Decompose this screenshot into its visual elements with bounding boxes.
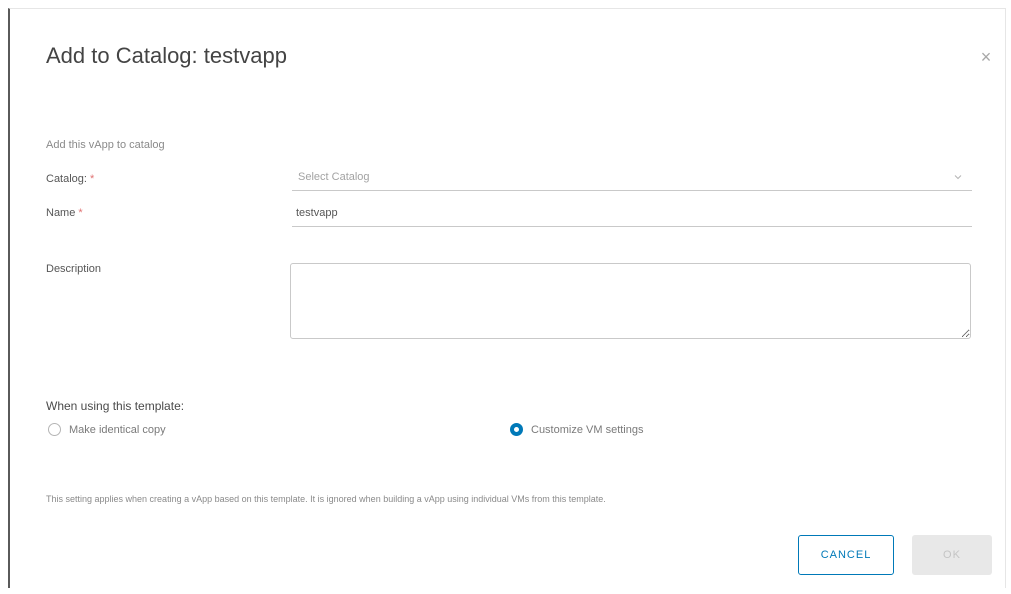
dialog-title: Add to Catalog: testvapp <box>46 43 287 68</box>
ok-button[interactable]: OK <box>912 535 992 575</box>
name-input[interactable] <box>292 201 972 225</box>
close-icon[interactable]: × <box>976 47 996 67</box>
chevron-down-icon <box>954 175 962 180</box>
name-label: Name * <box>46 207 83 219</box>
radio-checked-icon[interactable] <box>510 423 523 436</box>
name-field-wrap <box>292 201 972 227</box>
template-options-label: When using this template: <box>46 399 185 413</box>
radio-label-identical-copy: Make identical copy <box>69 423 166 436</box>
radio-label-customize-vm: Customize VM settings <box>531 423 644 436</box>
catalog-label: Catalog: * <box>46 173 94 185</box>
catalog-required-mark: * <box>89 173 95 185</box>
add-to-catalog-dialog: Add to Catalog: testvapp × Add this vApp… <box>8 8 1006 588</box>
template-note: This setting applies when creating a vAp… <box>46 494 606 504</box>
radio-customize-vm-settings[interactable]: Customize VM settings <box>510 423 643 436</box>
catalog-select-placeholder: Select Catalog <box>298 171 370 183</box>
radio-make-identical-copy[interactable]: Make identical copy <box>48 423 166 436</box>
catalog-select[interactable]: Select Catalog <box>292 165 972 191</box>
name-label-text: Name <box>46 207 76 219</box>
name-required-mark: * <box>78 207 83 219</box>
description-textarea[interactable] <box>290 263 971 339</box>
description-label: Description <box>46 263 102 275</box>
dialog-subtitle: Add this vApp to catalog <box>46 139 165 151</box>
radio-unchecked-icon[interactable] <box>48 423 61 436</box>
cancel-button[interactable]: CANCEL <box>798 535 894 575</box>
catalog-label-text: Catalog: <box>46 173 87 185</box>
